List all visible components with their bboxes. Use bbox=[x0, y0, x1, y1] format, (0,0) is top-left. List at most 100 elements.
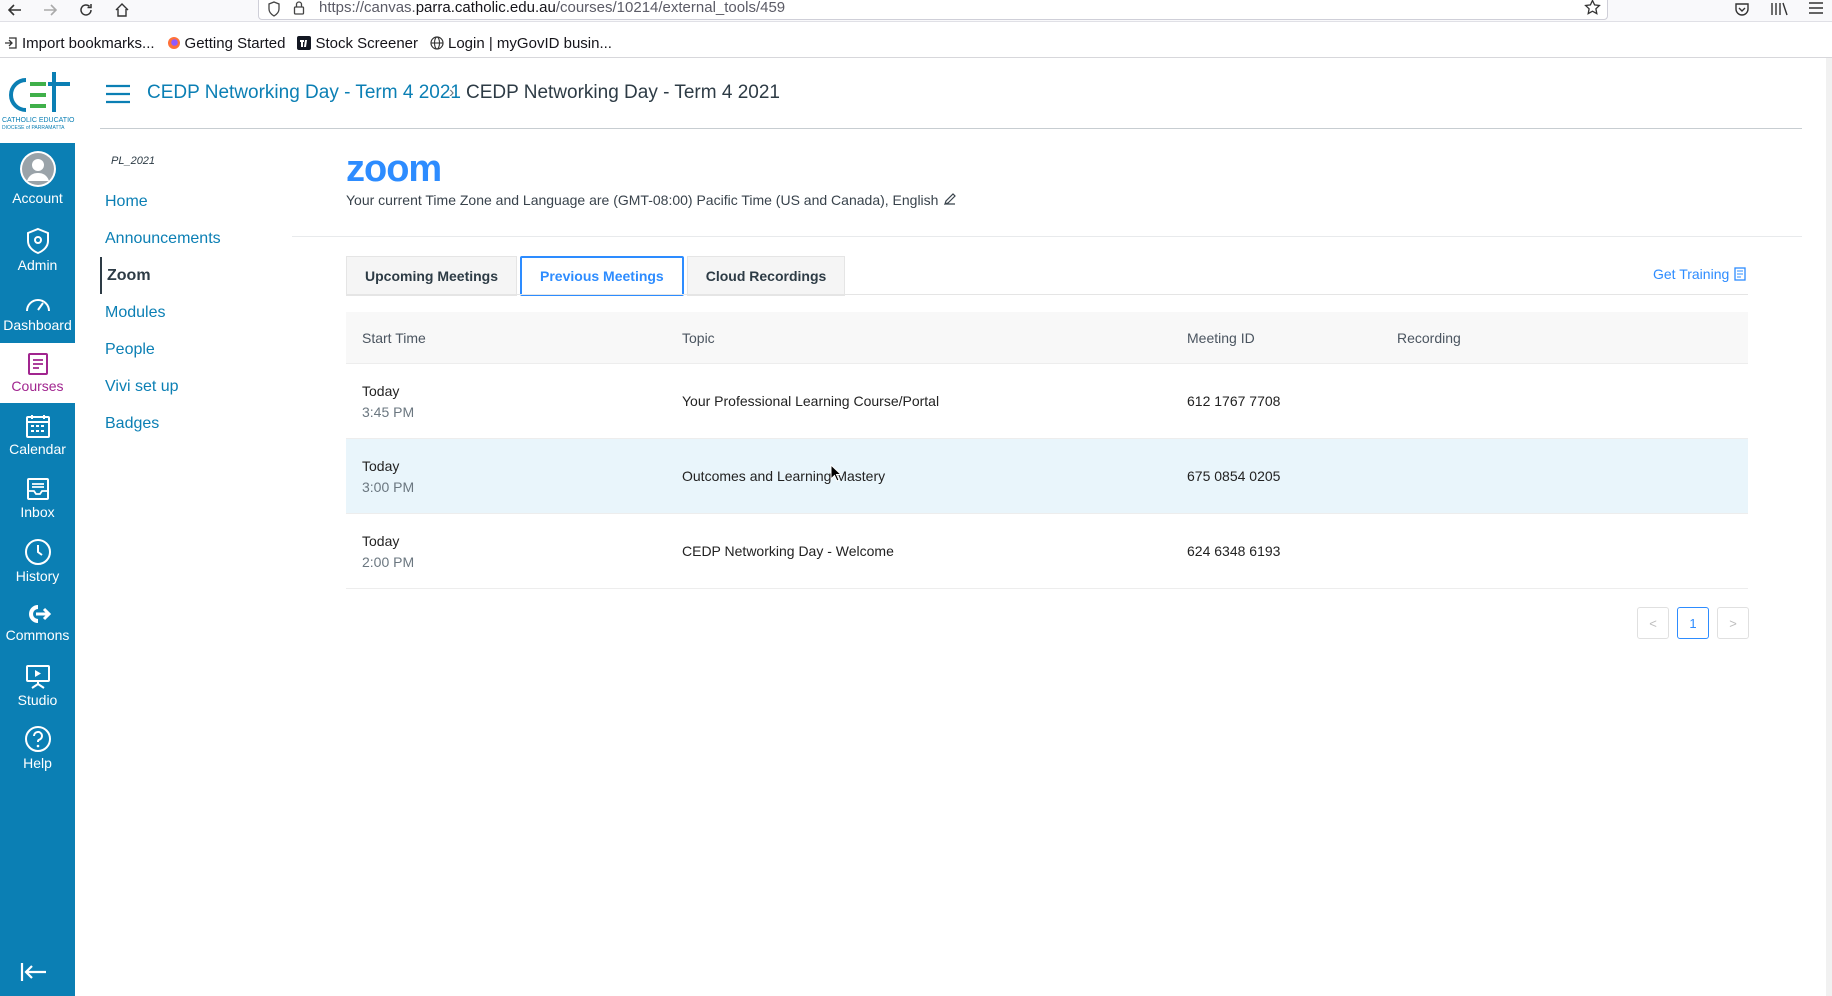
prev-page-button[interactable]: < bbox=[1637, 607, 1669, 639]
url-bar[interactable]: https://canvas.parra.catholic.edu.au/cou… bbox=[258, 0, 1608, 20]
global-nav-label: Commons bbox=[5, 627, 70, 643]
forward-icon[interactable] bbox=[39, 0, 61, 20]
meeting-time: 2:00 PM bbox=[362, 553, 415, 570]
pencil-icon[interactable] bbox=[943, 192, 957, 206]
global-nav-courses[interactable]: Courses bbox=[0, 343, 75, 403]
commons-icon bbox=[28, 605, 51, 623]
global-nav-label: Help bbox=[23, 755, 52, 771]
menu-icon[interactable] bbox=[1808, 1, 1824, 15]
globe-icon bbox=[430, 36, 444, 50]
breadcrumb-current: CEDP Networking Day - Term 4 2021 bbox=[466, 82, 780, 103]
bookmark-stock-screener[interactable]: Stock Screener bbox=[297, 35, 418, 52]
meeting-id-cell: 612 1767 7708 bbox=[1187, 393, 1281, 409]
meeting-day: Today bbox=[362, 457, 400, 474]
meeting-day: Today bbox=[362, 532, 400, 549]
course-nav-badges[interactable]: Badges bbox=[100, 405, 280, 442]
global-nav-label: Dashboard bbox=[3, 317, 72, 333]
tabs-divider bbox=[346, 294, 1748, 295]
global-nav-label: History bbox=[15, 568, 60, 584]
content-divider bbox=[292, 236, 1802, 237]
page-scrollbar[interactable] bbox=[1826, 58, 1832, 996]
zoom-logo: zoom bbox=[346, 148, 442, 190]
catholic-education-logo[interactable]: CATHOLIC EDUCATION DIOCESE of PARRAMATTA bbox=[0, 70, 80, 132]
svg-text:CATHOLIC EDUCATION: CATHOLIC EDUCATION bbox=[2, 117, 75, 124]
column-start-time: Start Time bbox=[362, 329, 426, 346]
bookmark-mygovid[interactable]: Login | myGovID busin... bbox=[430, 35, 612, 52]
course-nav-announcements[interactable]: Announcements bbox=[100, 220, 280, 257]
studio-icon bbox=[25, 665, 50, 689]
global-nav-calendar[interactable]: Calendar bbox=[0, 405, 75, 465]
course-nav-modules[interactable]: Modules bbox=[100, 294, 280, 331]
column-meeting-id: Meeting ID bbox=[1187, 329, 1255, 346]
course-nav-vivi[interactable]: Vivi set up bbox=[100, 368, 280, 405]
global-nav-inbox[interactable]: Inbox bbox=[0, 468, 75, 528]
tab-cloud-recordings[interactable]: Cloud Recordings bbox=[686, 256, 846, 296]
meetings-table: Start Time Topic Meeting ID Recording To… bbox=[346, 312, 1748, 589]
timezone-text: Your current Time Zone and Language are … bbox=[346, 192, 939, 208]
table-row[interactable]: Today 2:00 PM CEDP Networking Day - Welc… bbox=[346, 514, 1748, 589]
meeting-day: Today bbox=[362, 382, 400, 399]
bookmark-getting-started[interactable]: Getting Started bbox=[167, 34, 286, 52]
start-time-cell: Today 3:45 PM bbox=[346, 383, 682, 420]
get-training-label: Get Training bbox=[1653, 266, 1730, 282]
import-icon bbox=[5, 37, 17, 49]
back-icon[interactable] bbox=[4, 0, 26, 20]
course-nav-home[interactable]: Home bbox=[100, 183, 280, 220]
header-divider bbox=[100, 128, 1802, 129]
meeting-tabs: Upcoming Meetings Previous Meetings Clou… bbox=[346, 256, 848, 296]
meeting-id-cell: 675 0854 0205 bbox=[1187, 468, 1281, 484]
next-page-button[interactable]: > bbox=[1717, 607, 1749, 639]
star-icon[interactable] bbox=[1584, 0, 1601, 16]
meeting-time: 3:45 PM bbox=[362, 403, 415, 420]
global-nav-label: Courses bbox=[11, 378, 64, 394]
global-nav-label: Inbox bbox=[20, 504, 55, 520]
library-icon[interactable] bbox=[1770, 1, 1788, 17]
global-nav-dashboard[interactable]: Dashboard bbox=[0, 283, 75, 343]
collapse-nav-icon[interactable] bbox=[20, 962, 48, 982]
pocket-icon[interactable] bbox=[1734, 1, 1750, 17]
course-nav-people[interactable]: People bbox=[100, 331, 280, 368]
bookmark-label: Import bookmarks... bbox=[22, 34, 155, 52]
column-topic: Topic bbox=[682, 329, 715, 346]
global-nav-account[interactable]: Account bbox=[0, 148, 75, 208]
global-nav-label: Admin bbox=[17, 257, 58, 273]
home-icon[interactable] bbox=[111, 0, 133, 20]
start-time-cell: Today 3:00 PM bbox=[346, 458, 682, 495]
bookmark-import[interactable]: Import bookmarks... bbox=[4, 35, 155, 52]
global-nav-help[interactable]: Help bbox=[0, 718, 75, 778]
document-icon bbox=[1734, 267, 1746, 281]
pagination: < 1 > bbox=[1637, 607, 1757, 639]
topic-cell: CEDP Networking Day - Welcome bbox=[682, 543, 894, 559]
global-nav-commons[interactable]: Commons bbox=[0, 593, 75, 653]
table-row[interactable]: Today 3:00 PM Outcomes and Learning Mast… bbox=[346, 439, 1748, 514]
bookmarks-bar: Import bookmarks... Getting Started Stoc… bbox=[0, 30, 624, 56]
chrome-divider bbox=[0, 57, 1832, 58]
breadcrumb-course-link[interactable]: CEDP Networking Day - Term 4 2021 bbox=[147, 82, 461, 104]
mouse-cursor-icon bbox=[830, 464, 842, 482]
lock-icon bbox=[293, 1, 305, 15]
bookmark-label: Stock Screener bbox=[315, 34, 418, 52]
get-training-link[interactable]: Get Training bbox=[1653, 266, 1746, 282]
course-code: PL_2021 bbox=[111, 155, 156, 167]
bookmark-label: Getting Started bbox=[184, 34, 286, 52]
course-navigation: Home Announcements Zoom Modules People V… bbox=[100, 183, 280, 442]
table-row[interactable]: Today 3:45 PM Your Professional Learning… bbox=[346, 364, 1748, 439]
table-header: Start Time Topic Meeting ID Recording bbox=[346, 312, 1748, 364]
tab-previous-meetings[interactable]: Previous Meetings bbox=[520, 256, 684, 296]
global-nav-label: Account bbox=[12, 190, 63, 206]
inbox-icon bbox=[26, 478, 49, 500]
global-nav-studio[interactable]: Studio bbox=[0, 656, 75, 716]
meeting-time: 3:00 PM bbox=[362, 478, 415, 495]
page-button-current[interactable]: 1 bbox=[1677, 607, 1709, 639]
shield-icon bbox=[268, 1, 280, 17]
reload-icon[interactable] bbox=[75, 0, 97, 20]
global-nav-label: Calendar bbox=[9, 441, 66, 457]
global-nav-admin[interactable]: Admin bbox=[0, 220, 75, 280]
book-icon bbox=[27, 353, 48, 375]
topic-cell: Your Professional Learning Course/Portal bbox=[682, 393, 940, 409]
course-nav-zoom[interactable]: Zoom bbox=[100, 257, 280, 294]
global-nav-history[interactable]: History bbox=[0, 531, 75, 591]
hamburger-menu-icon[interactable] bbox=[105, 84, 131, 104]
calendar-icon bbox=[25, 415, 50, 438]
tab-upcoming-meetings[interactable]: Upcoming Meetings bbox=[346, 256, 518, 296]
